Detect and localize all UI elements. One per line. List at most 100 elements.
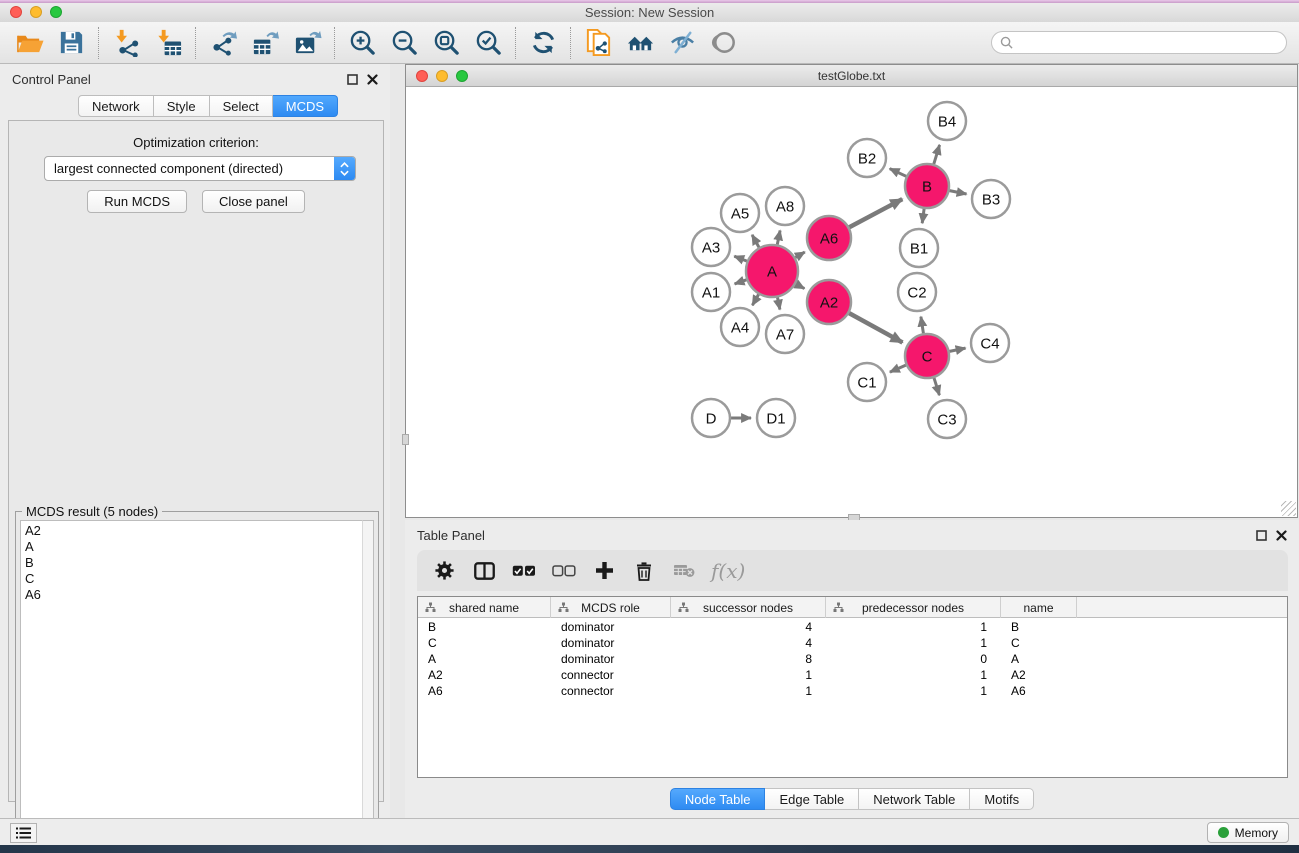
- graph-edge[interactable]: [890, 365, 906, 372]
- close-panel-icon[interactable]: [1276, 530, 1287, 541]
- table-cell[interactable]: dominator: [551, 619, 671, 635]
- criterion-select[interactable]: largest connected component (directed): [44, 156, 356, 181]
- table-cell[interactable]: 1: [671, 683, 826, 699]
- export-network-button[interactable]: [202, 25, 244, 61]
- tab-network-table[interactable]: Network Table: [859, 788, 970, 810]
- show-column-button[interactable]: [467, 555, 501, 587]
- table-cell[interactable]: 0: [826, 651, 1001, 667]
- graph-edge[interactable]: [934, 145, 940, 164]
- graph-edge[interactable]: [752, 294, 758, 305]
- add-column-button[interactable]: [587, 555, 621, 587]
- zoom-out-button[interactable]: [383, 25, 425, 61]
- graph-edge[interactable]: [890, 169, 907, 177]
- tab-edge-table[interactable]: Edge Table: [765, 788, 859, 810]
- table-cell[interactable]: 1: [826, 667, 1001, 683]
- graph-edge[interactable]: [777, 231, 780, 245]
- select-all-button[interactable]: [507, 555, 541, 587]
- tab-node-table[interactable]: Node Table: [670, 788, 766, 810]
- zoom-fit-button[interactable]: [425, 25, 467, 61]
- window-resize-grip[interactable]: [1281, 501, 1296, 516]
- delete-table-button[interactable]: [667, 555, 701, 587]
- graph-edge[interactable]: [950, 348, 966, 351]
- column-header-predecessor-nodes[interactable]: predecessor nodes: [826, 597, 1001, 618]
- import-network-button[interactable]: [105, 25, 147, 61]
- table-cell[interactable]: A: [418, 651, 551, 667]
- close-window-button[interactable]: [10, 6, 22, 18]
- network-zoom-button[interactable]: [456, 70, 468, 82]
- mcds-result-item[interactable]: A6: [25, 587, 362, 603]
- column-header-name[interactable]: name: [1001, 597, 1077, 618]
- graph-edge[interactable]: [849, 313, 902, 342]
- table-row[interactable]: A6connector11A6: [418, 683, 1287, 699]
- column-header-successor-nodes[interactable]: successor nodes: [671, 597, 826, 618]
- first-neighbors-button[interactable]: [619, 25, 661, 61]
- graph-edge[interactable]: [734, 256, 747, 261]
- table-cell[interactable]: 1: [671, 667, 826, 683]
- mcds-result-item[interactable]: A: [25, 539, 362, 555]
- zoom-selected-button[interactable]: [467, 25, 509, 61]
- table-settings-button[interactable]: [427, 555, 461, 587]
- tab-select[interactable]: Select: [210, 95, 273, 117]
- mcds-result-item[interactable]: C: [25, 571, 362, 587]
- graph-edge[interactable]: [778, 297, 780, 309]
- memory-button[interactable]: Memory: [1207, 822, 1289, 843]
- window-titlebar[interactable]: Session: New Session: [0, 3, 1299, 22]
- table-cell[interactable]: dominator: [551, 651, 671, 667]
- hide-selection-button[interactable]: [661, 25, 703, 61]
- graph-edge[interactable]: [735, 280, 747, 284]
- splitter-handle[interactable]: [402, 434, 409, 445]
- table-cell[interactable]: 4: [671, 619, 826, 635]
- tab-motifs[interactable]: Motifs: [970, 788, 1034, 810]
- table-cell[interactable]: 1: [826, 619, 1001, 635]
- table-cell[interactable]: connector: [551, 667, 671, 683]
- table-cell[interactable]: 8: [671, 651, 826, 667]
- mcds-result-item[interactable]: A2: [25, 523, 362, 539]
- table-cell[interactable]: C: [1001, 635, 1077, 651]
- table-cell[interactable]: 1: [826, 683, 1001, 699]
- float-panel-icon[interactable]: [347, 74, 358, 85]
- network-close-button[interactable]: [416, 70, 428, 82]
- graph-edge[interactable]: [921, 317, 924, 334]
- tab-style[interactable]: Style: [154, 95, 210, 117]
- mcds-result-list[interactable]: A2ABCA6: [20, 520, 362, 850]
- tab-network[interactable]: Network: [78, 95, 154, 117]
- table-cell[interactable]: B: [1001, 619, 1077, 635]
- search-field[interactable]: [991, 31, 1287, 54]
- table-cell[interactable]: B: [418, 619, 551, 635]
- deselect-all-button[interactable]: [547, 555, 581, 587]
- table-cell[interactable]: A2: [418, 667, 551, 683]
- task-history-button[interactable]: [10, 823, 37, 843]
- run-mcds-button[interactable]: Run MCDS: [87, 190, 187, 213]
- table-row[interactable]: Cdominator41C: [418, 635, 1287, 651]
- graph-edge[interactable]: [934, 378, 939, 395]
- close-panel-icon[interactable]: [367, 74, 378, 85]
- zoom-window-button[interactable]: [50, 6, 62, 18]
- table-cell[interactable]: A6: [418, 683, 551, 699]
- table-row[interactable]: A2connector11A2: [418, 667, 1287, 683]
- table-cell[interactable]: A2: [1001, 667, 1077, 683]
- table-cell[interactable]: connector: [551, 683, 671, 699]
- result-scrollbar[interactable]: [362, 520, 374, 850]
- new-network-from-selection-button[interactable]: [577, 25, 619, 61]
- network-window-titlebar[interactable]: testGlobe.txt: [406, 65, 1297, 87]
- table-cell[interactable]: A: [1001, 651, 1077, 667]
- delete-column-button[interactable]: [627, 555, 661, 587]
- network-graph[interactable]: AA1A2A3A4A5A6A7A8BB1B2B3B4CC1C2C3C4DD1: [406, 88, 1297, 517]
- column-header-mcds-role[interactable]: MCDS role: [551, 597, 671, 618]
- table-cell[interactable]: 4: [671, 635, 826, 651]
- function-builder-button[interactable]: f(x): [711, 559, 745, 583]
- close-panel-button[interactable]: Close panel: [202, 190, 305, 213]
- search-input[interactable]: [1018, 36, 1278, 50]
- table-row[interactable]: Adominator80A: [418, 651, 1287, 667]
- table-cell[interactable]: C: [418, 635, 551, 651]
- table-cell[interactable]: A6: [1001, 683, 1077, 699]
- graph-edge[interactable]: [922, 209, 924, 223]
- zoom-in-button[interactable]: [341, 25, 383, 61]
- import-table-button[interactable]: [147, 25, 189, 61]
- tab-mcds[interactable]: MCDS: [273, 95, 338, 117]
- table-cell[interactable]: 1: [826, 635, 1001, 651]
- graph-edge[interactable]: [849, 199, 902, 227]
- network-minimize-button[interactable]: [436, 70, 448, 82]
- graph-edge[interactable]: [795, 252, 804, 258]
- table-cell[interactable]: dominator: [551, 635, 671, 651]
